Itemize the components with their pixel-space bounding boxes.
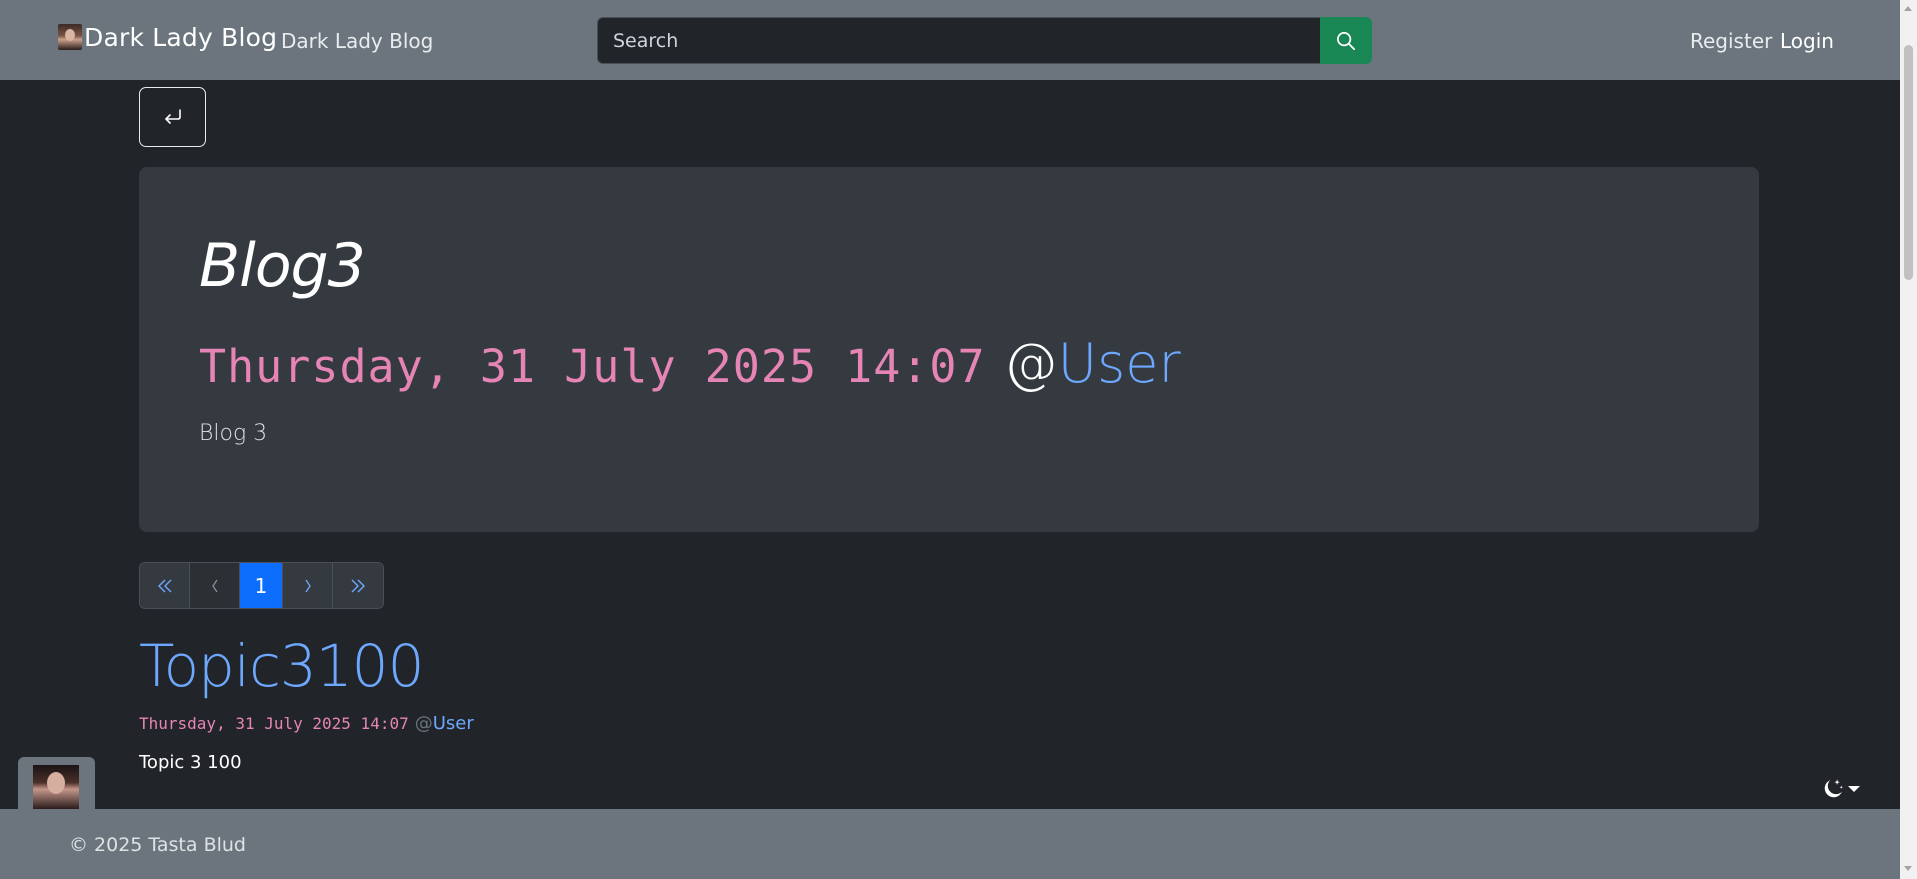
search-input[interactable] xyxy=(597,17,1320,64)
scroll-up-arrow-icon[interactable] xyxy=(1904,6,1912,11)
register-link[interactable]: Register xyxy=(1690,29,1772,53)
page-next-button[interactable] xyxy=(283,563,333,608)
brand-logo xyxy=(58,24,82,50)
chevron-down-icon xyxy=(1848,786,1860,792)
topic-author-link[interactable]: User xyxy=(433,713,474,734)
page-last-button[interactable] xyxy=(333,563,383,608)
scroll-down-arrow-icon[interactable] xyxy=(1904,866,1912,871)
topic-body: Topic 3 100 xyxy=(139,752,242,773)
topic-at-sign: @ xyxy=(414,713,433,734)
moon-stars-icon xyxy=(1824,779,1843,798)
search-icon xyxy=(1337,31,1356,50)
search-form xyxy=(597,17,1372,64)
brand-text: Dark Lady Blog xyxy=(84,22,278,52)
topic-meta: Thursday, 31 July 2025 14:07 @ User xyxy=(139,713,474,734)
blog-title: Blog3 xyxy=(199,231,366,301)
blog-header-card: Blog3 Thursday, 31 July 2025 14:07 @ Use… xyxy=(139,167,1759,532)
blog-at-sign: @ xyxy=(1003,332,1058,395)
search-button[interactable] xyxy=(1320,17,1372,64)
double-chevron-right-icon xyxy=(351,579,365,592)
vertical-scrollbar[interactable] xyxy=(1900,0,1917,879)
pagination: 1 xyxy=(139,562,384,609)
page-first-button[interactable] xyxy=(140,563,190,608)
double-chevron-left-icon xyxy=(157,579,171,592)
login-link[interactable]: Login xyxy=(1780,29,1834,53)
back-button[interactable] xyxy=(139,87,206,147)
footer-copyright: © 2025 Tasta Blud xyxy=(69,834,246,856)
blog-date: Thursday, 31 July 2025 14:07 xyxy=(199,340,986,393)
brand-link[interactable]: Dark Lady Blog xyxy=(58,22,277,52)
return-arrow-icon xyxy=(164,109,181,124)
footer: © 2025 Tasta Blud xyxy=(0,809,1900,879)
floating-avatar-button[interactable] xyxy=(18,757,95,809)
chevron-right-icon xyxy=(304,579,311,592)
theme-toggle-dropdown[interactable] xyxy=(1822,775,1866,803)
blog-author-link[interactable]: User xyxy=(1058,332,1181,395)
nav-link-blog[interactable]: Dark Lady Blog xyxy=(281,29,433,53)
topic-title-link[interactable]: Topic3100 xyxy=(139,632,424,700)
chevron-left-icon xyxy=(211,579,218,592)
avatar xyxy=(33,765,79,809)
page-number-current[interactable]: 1 xyxy=(240,563,283,608)
topic-date: Thursday, 31 July 2025 14:07 xyxy=(139,714,409,733)
top-navbar: Dark Lady Blog Dark Lady Blog Register L… xyxy=(0,0,1900,80)
blog-meta: Thursday, 31 July 2025 14:07 @ User xyxy=(199,332,1181,395)
blog-description: Blog 3 xyxy=(199,421,268,446)
page-prev-button[interactable] xyxy=(190,563,240,608)
scrollbar-thumb[interactable] xyxy=(1904,45,1913,280)
